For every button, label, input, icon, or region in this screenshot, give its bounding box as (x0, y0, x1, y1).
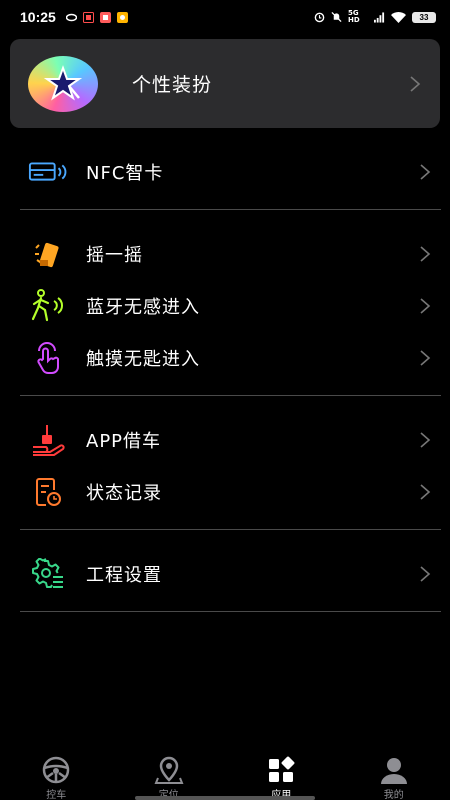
chevron-right-icon (420, 484, 431, 500)
chevron-right-icon (420, 432, 431, 448)
shake-phone-icon (28, 236, 68, 272)
tab-control-car[interactable]: 控车 (0, 752, 113, 800)
menu-item-label: NFC智卡 (86, 163, 164, 184)
menu-item-nfc[interactable]: NFC智卡 (0, 148, 450, 196)
menu-item-status-log[interactable]: 状态记录 (0, 468, 450, 516)
divider (20, 611, 441, 612)
tab-label: 我的 (383, 790, 404, 800)
app-notification-icon (82, 11, 94, 23)
alarm-icon (314, 12, 325, 23)
menu-item-engineering-settings[interactable]: 工程设置 (0, 550, 450, 598)
chevron-right-icon (420, 298, 431, 314)
magic-star-icon (28, 55, 98, 112)
menu-item-label: APP借车 (86, 431, 162, 452)
wifi-icon (391, 11, 406, 23)
menu-item-label: 摇一摇 (86, 245, 143, 266)
location-pin-icon (154, 756, 184, 784)
gear-list-icon (28, 556, 68, 592)
tab-apps[interactable]: 应用 (225, 752, 338, 800)
record-clock-icon (28, 474, 68, 510)
menu-item-label: 状态记录 (86, 483, 162, 504)
car-key-hand-icon (28, 422, 68, 458)
bottom-tab-bar: 控车 定位 应用 我的 (0, 752, 450, 800)
menu-item-app-borrow[interactable]: APP借车 (0, 416, 450, 464)
menu-item-label: 触摸无匙进入 (86, 349, 200, 370)
divider (20, 209, 441, 210)
divider (20, 529, 441, 530)
tab-label: 控车 (46, 790, 67, 800)
chevron-right-icon (420, 246, 431, 262)
chevron-right-icon (410, 75, 421, 92)
apps-grid-icon (266, 756, 296, 784)
menu-item-label: 工程设置 (86, 565, 162, 586)
tab-profile[interactable]: 我的 (338, 752, 450, 800)
theme-card[interactable]: 个性装扮 (10, 39, 440, 128)
menu-item-touch-entry[interactable]: 触摸无匙进入 (0, 334, 450, 382)
steering-wheel-icon (41, 756, 71, 784)
app-notification-icon (116, 11, 128, 23)
chevron-right-icon (420, 350, 431, 366)
network-type: 5G HD (348, 9, 360, 24)
menu-item-bluetooth-entry[interactable]: 蓝牙无感进入 (0, 282, 450, 330)
user-profile-icon (379, 756, 409, 784)
menu-item-label: 蓝牙无感进入 (86, 297, 200, 318)
mute-icon (331, 11, 342, 23)
touch-finger-icon (28, 340, 68, 376)
divider (20, 395, 441, 396)
app-notification-icon (99, 11, 111, 23)
nfc-card-icon (28, 154, 68, 190)
menu-item-shake[interactable]: 摇一摇 (0, 230, 450, 278)
home-indicator[interactable] (135, 796, 315, 800)
app-notification-icon (65, 12, 77, 23)
status-time: 10:25 (20, 9, 56, 25)
chevron-right-icon (420, 566, 431, 582)
battery-indicator: 33 (412, 11, 436, 23)
tab-location[interactable]: 定位 (113, 752, 226, 800)
theme-card-label: 个性装扮 (132, 74, 213, 96)
chevron-right-icon (420, 164, 431, 180)
signal-icon (374, 11, 385, 23)
walking-bluetooth-icon (28, 288, 68, 324)
status-bar: 10:25 5G HD 33 (0, 0, 450, 34)
